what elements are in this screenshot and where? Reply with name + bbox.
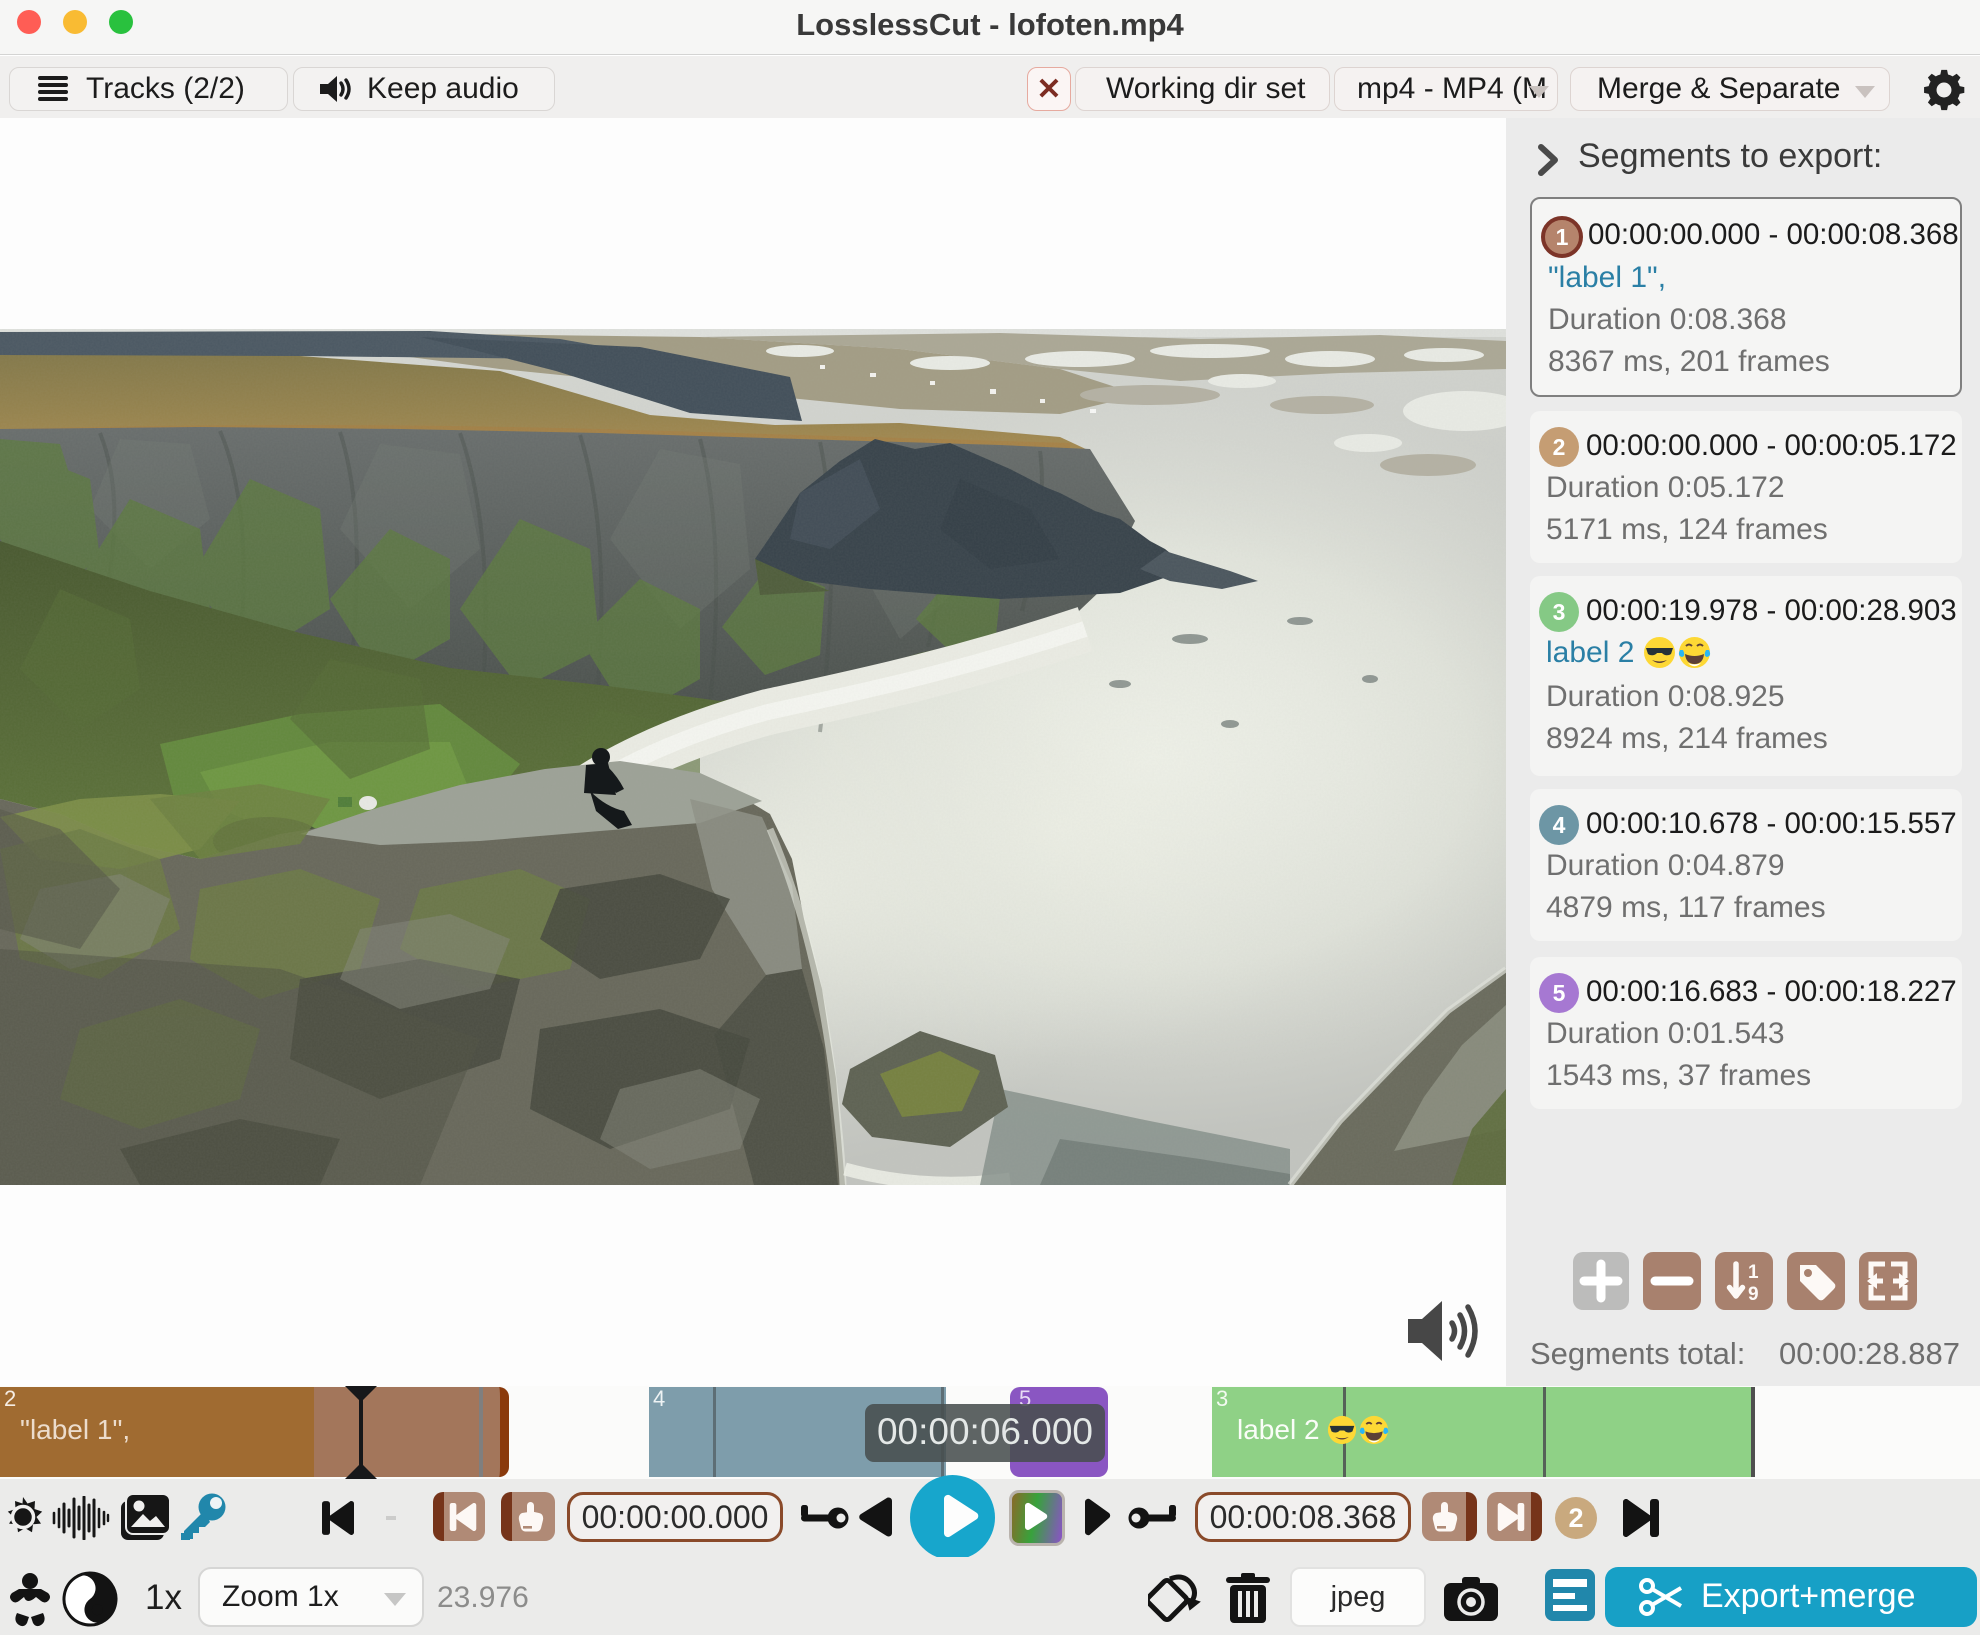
svg-text:1: 1 [1748,1262,1759,1283]
svg-text:9: 9 [1748,1284,1759,1305]
